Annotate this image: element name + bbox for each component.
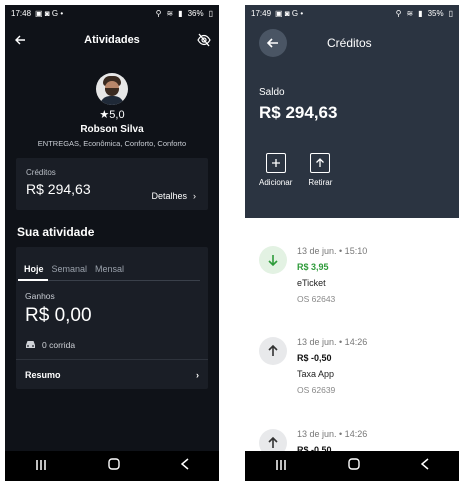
home-icon[interactable] [108, 457, 120, 475]
arrow-down-icon [259, 246, 287, 274]
system-nav-bar [5, 451, 219, 481]
transaction-date: 13 de jun. • 14:26 [297, 429, 368, 439]
service-categories: ENTREGAS, Econômica, Conforto, Conforto [37, 139, 187, 148]
transaction-amount: R$ -0,50 [297, 353, 332, 363]
gains-section: Ganhos R$ 0,00 0 corrida [16, 281, 208, 351]
withdraw-button[interactable]: Retirar [308, 153, 332, 187]
battery-percent: 35% [427, 8, 444, 18]
back-arrow-icon [266, 38, 278, 48]
rides-count-row: 0 corrida [25, 339, 199, 351]
home-icon[interactable] [348, 457, 360, 475]
signal-icon: ▮ [418, 8, 423, 18]
status-app-icons: ▣ ◙ G • [275, 8, 304, 18]
transaction-amount: R$ 3,95 [297, 262, 329, 272]
status-app-icons: ▣ ◙ G • [35, 8, 64, 18]
eye-off-icon[interactable] [197, 33, 211, 47]
summary-row[interactable]: Resumo › [16, 359, 208, 389]
details-link[interactable]: Detalhes › [151, 191, 196, 201]
transaction-description: Taxa App [297, 369, 335, 379]
summary-label: Resumo [25, 369, 61, 380]
add-credit-label: Adicionar [259, 178, 293, 187]
transaction-os: OS 62643 [297, 294, 336, 304]
tab-today[interactable]: Hoje [18, 264, 47, 281]
credits-screen: 17:49 ▣ ◙ G • ⚲ ≋ ▮ 35% ▯ Créditos Saldo… [245, 5, 459, 481]
status-bar: 17:48 ▣ ◙ G • ⚲ ≋ ▮ 36% ▯ [5, 5, 219, 21]
recents-icon[interactable] [275, 457, 287, 475]
add-credit-button[interactable]: Adicionar [259, 153, 292, 187]
battery-icon: ▯ [208, 8, 213, 18]
page-title: Atividades [84, 34, 140, 46]
back-button[interactable] [259, 29, 287, 57]
tab-weekly[interactable]: Semanal [52, 264, 88, 274]
signal-icon: ▮ [178, 8, 183, 18]
driver-rating: ★5,0 [99, 109, 125, 121]
back-icon[interactable] [420, 457, 429, 475]
plus-icon [265, 153, 286, 173]
recents-icon[interactable] [35, 457, 47, 475]
activity-card: Hoje Semanal Mensal Ganhos R$ 0,00 0 cor… [16, 247, 208, 389]
rides-count: 0 corrida [42, 340, 76, 350]
transaction-date: 13 de jun. • 14:26 [297, 337, 368, 347]
system-nav-bar [245, 451, 459, 481]
credits-header: 17:49 ▣ ◙ G • ⚲ ≋ ▮ 35% ▯ Créditos Saldo… [245, 5, 459, 218]
chevron-right-icon: › [193, 191, 196, 201]
transaction-description: eTicket [297, 278, 326, 288]
credits-label: Créditos [26, 168, 56, 177]
credits-card: Créditos R$ 294,63 Detalhes › [16, 158, 208, 210]
car-icon [25, 339, 36, 351]
activities-screen: 17:48 ▣ ◙ G • ⚲ ≋ ▮ 36% ▯ Atividades ★5,… [5, 5, 219, 481]
page-title: Créditos [327, 36, 372, 50]
driver-name: Robson Silva [80, 124, 144, 135]
wifi-icon: ≋ [166, 8, 174, 18]
top-bar: Créditos [245, 21, 459, 65]
status-bar: 17:49 ▣ ◙ G • ⚲ ≋ ▮ 35% ▯ [245, 5, 459, 21]
arrow-up-icon [259, 337, 287, 365]
wifi-icon: ≋ [406, 8, 414, 18]
top-bar: Atividades [5, 21, 219, 59]
credit-actions: Adicionar Retirar [259, 153, 459, 187]
balance-label: Saldo [259, 87, 285, 98]
status-time: 17:48 [11, 8, 32, 18]
tab-monthly[interactable]: Mensal [95, 264, 124, 274]
gains-label: Ganhos [25, 291, 55, 301]
transaction-date: 13 de jun. • 15:10 [297, 246, 368, 256]
gains-amount: R$ 0,00 [25, 305, 92, 326]
chevron-right-icon: › [196, 369, 199, 380]
period-tabs: Hoje Semanal Mensal [16, 247, 208, 281]
back-arrow-icon[interactable] [13, 33, 27, 47]
battery-percent: 36% [187, 8, 204, 18]
withdraw-label: Retirar [308, 178, 333, 187]
back-icon[interactable] [180, 457, 189, 475]
location-icon: ⚲ [395, 8, 402, 18]
avatar [96, 73, 128, 105]
location-icon: ⚲ [155, 8, 162, 18]
battery-icon: ▯ [448, 8, 453, 18]
balance-amount: R$ 294,63 [259, 103, 338, 122]
activity-title: Sua atividade [17, 225, 95, 239]
transaction-os: OS 62639 [297, 385, 336, 395]
arrow-up-icon [310, 153, 331, 173]
status-time: 17:49 [251, 8, 272, 18]
details-label: Detalhes [151, 191, 187, 201]
